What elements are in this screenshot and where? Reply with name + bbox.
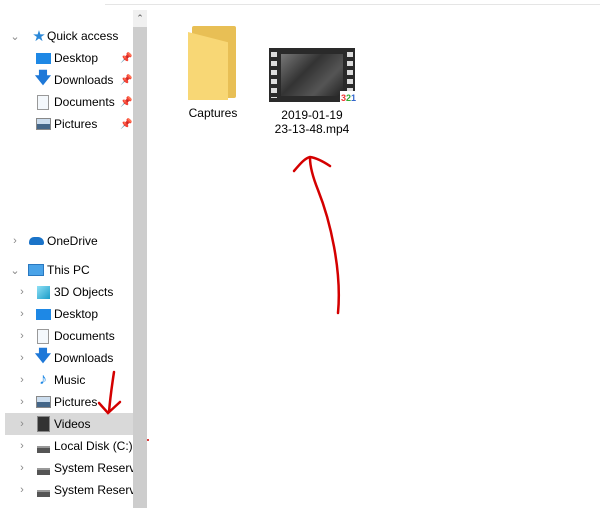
chevron-right-icon[interactable]: ›	[10, 235, 20, 247]
music-icon: ♪	[39, 371, 47, 388]
nav-label: System Reservec	[54, 483, 133, 497]
folder-captures[interactable]: Captures	[178, 26, 248, 120]
pin-icon: 📌	[120, 96, 133, 108]
cloud-icon	[28, 233, 44, 249]
chevron-right-icon[interactable]: ›	[17, 330, 27, 342]
nav-pc-item[interactable]: › System Reservec	[5, 479, 133, 501]
nav-pc-item[interactable]: › ♪ Music	[5, 369, 133, 391]
chevron-right-icon[interactable]: ›	[17, 418, 27, 430]
annotation-dot	[147, 439, 149, 441]
drive-icon	[35, 438, 51, 454]
chevron-down-icon[interactable]: ⌄	[10, 30, 20, 43]
documents-icon	[35, 94, 51, 110]
cube-icon	[35, 284, 51, 300]
media-player-badge-icon: 321	[339, 91, 357, 105]
video-thumbnail-icon: 321	[269, 48, 357, 105]
computer-icon	[28, 262, 44, 278]
chevron-right-icon[interactable]: ›	[17, 396, 27, 408]
star-icon: ★	[32, 28, 46, 45]
nav-label: Pictures	[54, 117, 98, 131]
pictures-icon	[35, 394, 51, 410]
nav-pc-item[interactable]: › Videos	[5, 413, 133, 435]
pin-icon: 📌	[120, 74, 133, 86]
nav-pc-item[interactable]: › Desktop	[5, 303, 133, 325]
nav-pc-item[interactable]: › Local Disk (C:)	[5, 435, 133, 457]
nav-label: Videos	[54, 417, 91, 431]
annotation-arrowhead-up	[292, 155, 332, 173]
desktop-icon	[35, 306, 51, 322]
nav-pc-item[interactable]: › 🡇 Downloads	[5, 347, 133, 369]
chevron-right-icon[interactable]: ›	[17, 374, 27, 386]
chevron-right-icon[interactable]: ›	[17, 440, 27, 452]
nav-label: Local Disk (C:)	[54, 439, 133, 453]
file-video[interactable]: 321 2019-01-19 23-13-48.mp4	[262, 48, 362, 136]
nav-label: System Reservec	[54, 461, 133, 475]
download-icon: 🡇	[34, 69, 52, 87]
pictures-icon	[35, 116, 51, 132]
nav-label: Downloads	[54, 73, 114, 87]
toolbar-border	[105, 0, 600, 5]
chevron-right-icon[interactable]: ›	[17, 286, 27, 298]
nav-label: Desktop	[54, 307, 99, 321]
chevron-down-icon[interactable]: ⌄	[10, 264, 20, 277]
nav-qa-documents[interactable]: Documents 📌	[5, 91, 133, 113]
pin-icon: 📌	[120, 118, 133, 130]
nav-pc-item[interactable]: › System Reservec	[5, 457, 133, 479]
folder-icon	[188, 26, 238, 100]
nav-label: Desktop	[54, 51, 99, 65]
chevron-right-icon[interactable]: ›	[17, 308, 27, 320]
scroll-up-arrow-icon[interactable]: ⌃	[133, 10, 147, 27]
nav-qa-downloads[interactable]: 🡇 Downloads 📌	[5, 69, 133, 91]
chevron-right-icon[interactable]: ›	[17, 462, 27, 474]
drive-icon	[35, 482, 51, 498]
file-name-line2: 23-13-48.mp4	[274, 122, 350, 136]
desktop-icon	[35, 50, 51, 66]
chevron-right-icon[interactable]: ›	[17, 352, 27, 364]
navigation-pane: ⌄ ★ Quick access Desktop 📌 🡇 Downloads 📌…	[0, 0, 133, 508]
nav-pc-item[interactable]: › Documents	[5, 325, 133, 347]
nav-this-pc[interactable]: ⌄ This PC	[5, 259, 133, 281]
nav-label: Downloads	[54, 351, 114, 365]
nav-qa-desktop[interactable]: Desktop 📌	[5, 47, 133, 69]
nav-label: Documents	[54, 95, 115, 109]
pin-icon: 📌	[120, 52, 133, 64]
nav-pc-item[interactable]: › 3D Objects	[5, 281, 133, 303]
nav-label: Music	[54, 373, 86, 387]
nav-onedrive[interactable]: › OneDrive	[5, 230, 133, 252]
nav-label: Quick access	[47, 29, 119, 43]
nav-scrollbar[interactable]: ⌃	[133, 10, 147, 508]
file-name-line1: 2019-01-19	[281, 108, 343, 122]
nav-label: OneDrive	[47, 234, 98, 248]
documents-icon	[35, 328, 51, 344]
nav-pc-item[interactable]: › Pictures	[5, 391, 133, 413]
nav-label: 3D Objects	[54, 285, 114, 299]
chevron-right-icon[interactable]: ›	[17, 484, 27, 496]
nav-label: Documents	[54, 329, 115, 343]
nav-quick-access[interactable]: ⌄ ★ Quick access	[5, 25, 133, 47]
drive-icon	[35, 460, 51, 476]
nav-label: This PC	[47, 263, 90, 277]
nav-label: Pictures	[54, 395, 98, 409]
download-icon: 🡇	[34, 347, 52, 365]
annotation-arrow-up	[308, 156, 340, 315]
videos-icon	[35, 416, 51, 432]
file-name: Captures	[188, 106, 238, 120]
nav-qa-pictures[interactable]: Pictures 📌	[5, 113, 133, 135]
